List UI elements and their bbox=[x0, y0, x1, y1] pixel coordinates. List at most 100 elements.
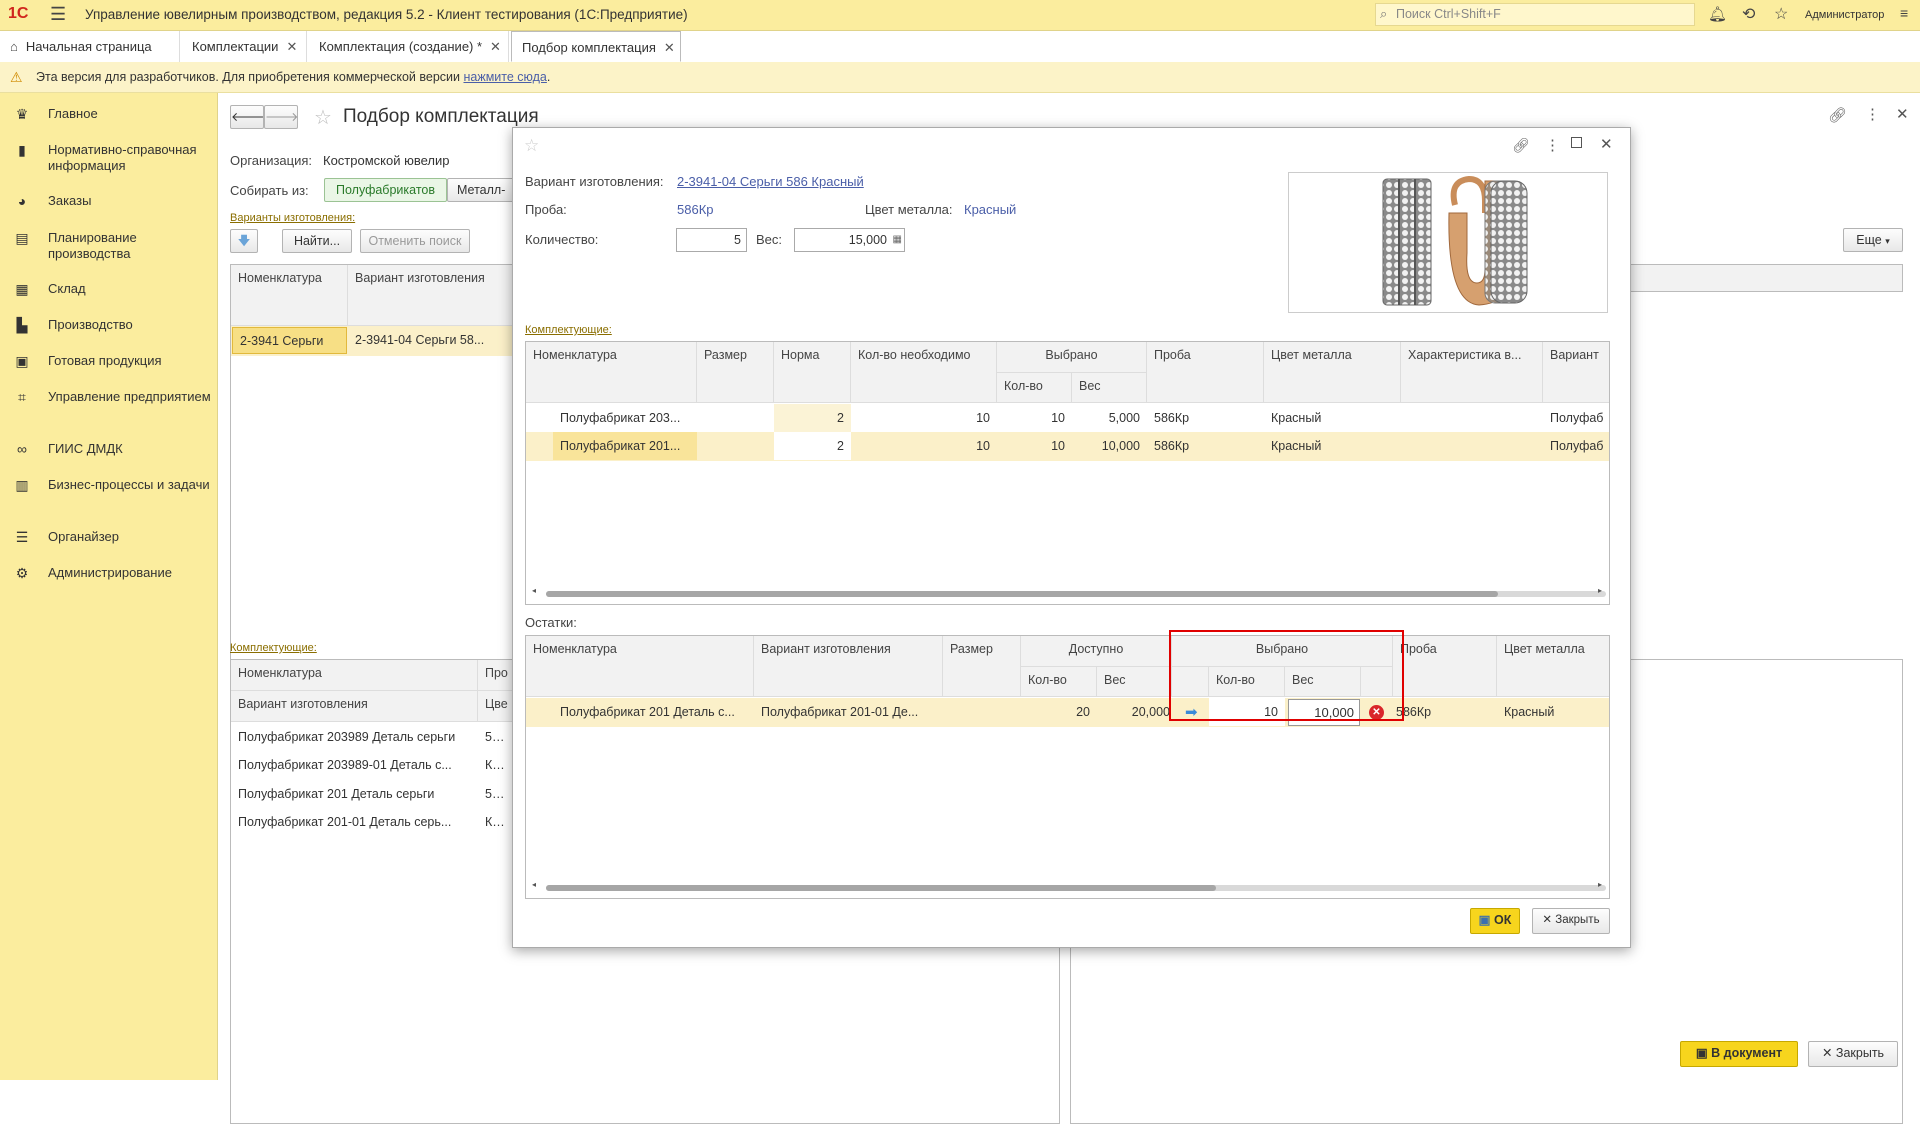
menu-icon[interactable]: ☰ bbox=[50, 4, 66, 25]
link-icon[interactable]: 🔗︎ bbox=[1512, 137, 1530, 154]
tab-kit-selection[interactable]: Подбор комплектация ✕ bbox=[511, 31, 681, 62]
global-search[interactable]: ⌕ Поиск Ctrl+Shift+F bbox=[1375, 3, 1695, 26]
tab-kit-create[interactable]: Комплектация (создание) * ✕ bbox=[309, 31, 509, 62]
column-header[interactable]: Вес bbox=[1097, 667, 1172, 697]
sidebar-item-production[interactable]: ▙ Производство bbox=[14, 317, 214, 333]
weight-field[interactable]: 15,000 ▦ bbox=[794, 228, 905, 252]
column-header[interactable]: Цвет металла bbox=[1264, 342, 1401, 403]
find-button[interactable]: Найти... bbox=[282, 229, 352, 253]
window-menu-icon[interactable]: ≡ bbox=[1900, 5, 1908, 21]
qty-field[interactable]: 5 bbox=[676, 228, 747, 252]
column-header[interactable]: Проба bbox=[1147, 342, 1264, 403]
back-button[interactable]: 🡐 bbox=[230, 105, 265, 129]
column-header[interactable]: Размер bbox=[943, 636, 1021, 697]
column-header[interactable]: Кол-во необходимо bbox=[851, 342, 997, 403]
column-header[interactable]: Номенклатура bbox=[231, 660, 478, 691]
scroll-right-icon[interactable]: ▸ bbox=[1598, 586, 1602, 595]
column-header[interactable]: Кол-во bbox=[1021, 667, 1097, 697]
column-header[interactable]: Выбрано bbox=[997, 342, 1147, 373]
close-icon[interactable]: ✕ bbox=[490, 39, 501, 54]
favorite-star-icon[interactable]: ☆ bbox=[524, 136, 539, 156]
cancel-search-button[interactable]: Отменить поиск bbox=[360, 229, 470, 253]
maximize-icon[interactable] bbox=[1571, 137, 1582, 148]
column-header[interactable]: Норма bbox=[774, 342, 851, 403]
close-form-icon[interactable]: ✕ bbox=[1896, 105, 1909, 123]
ok-button[interactable]: ▣ ОК bbox=[1470, 908, 1520, 934]
column-header[interactable]: Вариант изготовления bbox=[348, 265, 525, 326]
favorite-star-icon[interactable]: ☆ bbox=[314, 105, 332, 130]
sidebar-item-orders[interactable]: ◕ Заказы bbox=[14, 193, 214, 209]
notice-link[interactable]: нажмите сюда bbox=[463, 70, 546, 84]
horizontal-scrollbar[interactable] bbox=[546, 885, 1606, 891]
favorites-icon[interactable]: ☆ bbox=[1774, 4, 1788, 24]
sidebar-item-products[interactable]: ▣ Готовая продукция bbox=[14, 353, 214, 369]
table-row[interactable]: 2-3941 Серьги 2-3941-04 Серьги 58... bbox=[231, 326, 525, 356]
sidebar-item-organizer[interactable]: ☰ Органайзер bbox=[14, 529, 214, 545]
close-icon[interactable]: ✕ bbox=[664, 40, 675, 55]
scrollbar-thumb[interactable] bbox=[546, 591, 1498, 597]
column-header[interactable]: Доступно bbox=[1021, 636, 1172, 667]
sidebar-item-bp[interactable]: ▥ Бизнес-процессы и задачи bbox=[14, 477, 214, 493]
table-row[interactable]: Полуфабрикат 203989-01 Деталь с... bbox=[231, 751, 478, 779]
column-header[interactable]: Кол-во bbox=[997, 373, 1072, 403]
column-header[interactable]: Номенклатура bbox=[526, 636, 754, 697]
user-name[interactable]: Администратор bbox=[1805, 9, 1884, 21]
bell-icon[interactable]: 🔔︎ bbox=[1708, 5, 1727, 23]
more-vert-icon[interactable]: ⋮ bbox=[1865, 105, 1880, 123]
sidebar-item-warehouse[interactable]: ▦ Склад bbox=[14, 281, 214, 297]
collect-metal-option[interactable]: Металл- bbox=[447, 178, 517, 202]
table-row[interactable]: Полуфабрикат 201 Деталь с... Полуфабрика… bbox=[526, 698, 1609, 727]
horizontal-scrollbar[interactable] bbox=[546, 591, 1606, 597]
tab-home[interactable]: ⌂ Начальная страница bbox=[0, 31, 180, 62]
collect-semi-option[interactable]: Полуфабрикатов bbox=[324, 178, 447, 202]
column-header[interactable]: Цвет металла bbox=[1497, 636, 1609, 697]
column-header[interactable]: Номенклатура bbox=[526, 342, 697, 403]
scroll-left-icon[interactable]: ◂ bbox=[532, 586, 536, 595]
cell-color: Красный bbox=[1271, 411, 1322, 425]
column-header[interactable]: Вариант изготовления bbox=[231, 691, 478, 722]
history-icon[interactable]: ⟲ bbox=[1742, 4, 1755, 24]
forward-button[interactable]: 🡒 bbox=[264, 105, 299, 129]
scroll-right-icon[interactable]: ▸ bbox=[1598, 880, 1602, 889]
calculator-icon[interactable]: ▦ bbox=[893, 229, 902, 251]
tab-label: Подбор комплектация bbox=[522, 40, 656, 55]
column-header[interactable]: Проба bbox=[1393, 636, 1497, 697]
close-button[interactable]: ✕ Закрыть bbox=[1808, 1041, 1898, 1067]
sidebar-item-enterprise[interactable]: ⌗ Управление предприятием bbox=[14, 389, 214, 405]
sidebar-item-planning[interactable]: ▤ Планирование производства bbox=[14, 230, 214, 262]
sidebar-item-reference[interactable]: ▮ Нормативно-справочная информация bbox=[14, 142, 214, 174]
sidebar-item-label: Администрирование bbox=[48, 565, 172, 580]
table-row[interactable]: Полуфабрикат 203989 Деталь серьги bbox=[231, 723, 478, 751]
table-row[interactable]: Полуфабрикат 201 Деталь серьги bbox=[231, 780, 478, 808]
sidebar-item-giis[interactable]: ∞ ГИИС ДМДК bbox=[14, 441, 214, 457]
table-row[interactable]: Полуфабрикат 201... 2 10 10 10,000 586Кр… bbox=[526, 432, 1609, 461]
scroll-left-icon[interactable]: ◂ bbox=[532, 880, 536, 889]
close-button[interactable]: ✕ Закрыть bbox=[1532, 908, 1610, 934]
table-row[interactable]: Полуфабрикат 201-01 Деталь серь... bbox=[231, 808, 478, 836]
close-icon[interactable]: ✕ bbox=[286, 39, 297, 54]
scrollbar-thumb[interactable] bbox=[546, 885, 1216, 891]
to-document-button[interactable]: ▣ В документ bbox=[1680, 1041, 1798, 1067]
column-header[interactable]: Вариант bbox=[1543, 342, 1609, 403]
close-dialog-icon[interactable]: ✕ bbox=[1600, 135, 1613, 153]
tab-kits[interactable]: Комплектации ✕ bbox=[182, 31, 307, 62]
tab-label: Начальная страница bbox=[25, 39, 152, 54]
more-vert-icon[interactable]: ⋮ bbox=[1545, 136, 1560, 154]
column-header[interactable]: Размер bbox=[697, 342, 774, 403]
app-logo[interactable]: 1С bbox=[8, 5, 28, 23]
earrings-image bbox=[1382, 175, 1528, 306]
variant-link[interactable]: 2-3941-04 Серьги 586 Красный bbox=[677, 174, 864, 189]
variants-section-label: Варианты изготовления: bbox=[230, 212, 356, 224]
column-header[interactable]: Вес bbox=[1072, 373, 1147, 403]
down-arrow-button[interactable]: 🡇 bbox=[230, 229, 258, 253]
sidebar-item-admin[interactable]: ⚙ Администрирование bbox=[14, 565, 214, 581]
link-icon[interactable]: 🔗︎ bbox=[1828, 106, 1847, 124]
page-title: Подбор комплектация bbox=[343, 106, 539, 127]
column-header[interactable]: Характеристика в... bbox=[1401, 342, 1543, 403]
selection-dialog: ☆ 🔗︎ ⋮ ✕ Вариант изготовления: 2-3941-04… bbox=[512, 127, 1631, 948]
column-header[interactable]: Номенклатура bbox=[231, 265, 348, 326]
table-row[interactable]: Полуфабрикат 203... 2 10 10 5,000 586Кр … bbox=[526, 404, 1609, 433]
column-header[interactable]: Вариант изготовления bbox=[754, 636, 943, 697]
sidebar-item-main[interactable]: ♛ Главное bbox=[14, 106, 214, 122]
more-button[interactable]: Еще ▾ bbox=[1843, 228, 1903, 252]
